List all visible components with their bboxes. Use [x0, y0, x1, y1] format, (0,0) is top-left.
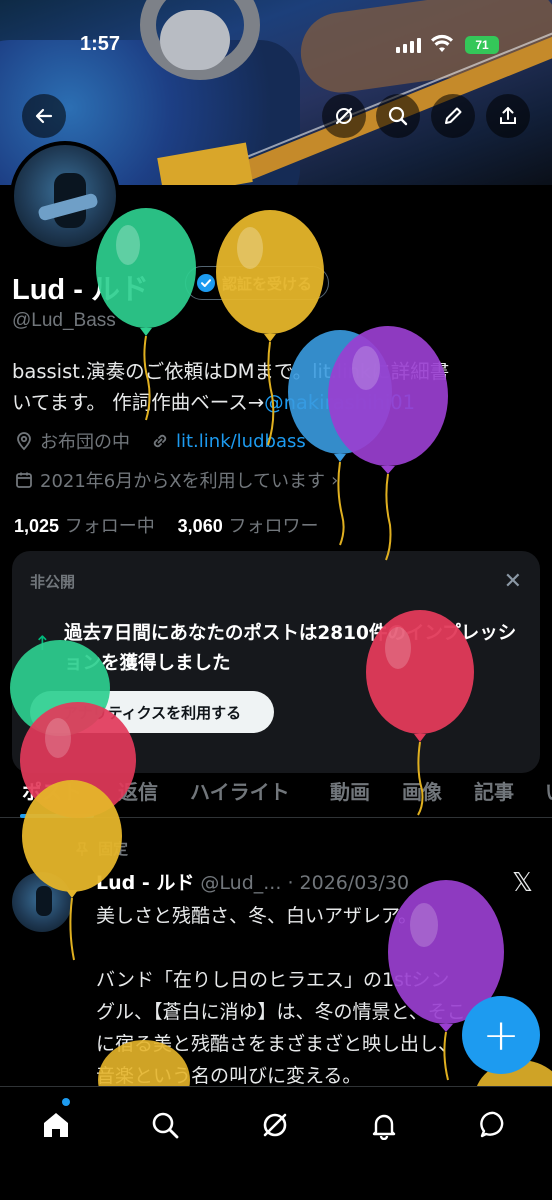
trend-up-icon: ↑: [34, 631, 51, 655]
verified-badge-icon: [197, 274, 215, 292]
bio-mention-link[interactable]: @nakirashihi01: [264, 391, 415, 414]
link-icon: [153, 434, 167, 448]
profile-joined-date: 2021年6月からXを利用しています: [40, 471, 326, 492]
nav-grok[interactable]: [255, 1105, 295, 1145]
profile-meta-row: お布団の中 lit.link/ludbass: [14, 428, 306, 454]
tab-articles[interactable]: 記事: [474, 776, 514, 805]
tab-posts[interactable]: ポスト: [22, 776, 82, 805]
chevron-right-icon: ›: [331, 469, 339, 491]
active-tab-indicator: [20, 814, 94, 818]
pinned-label: 固定: [98, 840, 129, 858]
bottom-navigation: [0, 1086, 552, 1200]
profile-bio: bassist.演奏のご依頼はDMまで。lit.linkに詳細書 いてます。 作…: [12, 356, 542, 418]
bell-icon: [372, 1114, 396, 1140]
x-logo-icon: 𝕏: [512, 868, 533, 898]
grok-button[interactable]: [322, 94, 366, 138]
tab-photos[interactable]: 画像: [402, 776, 442, 805]
following-count: 1,025: [14, 516, 60, 536]
post-header: Lud - ルド @Lud_... · 2026/03/30: [96, 868, 409, 895]
analytics-button[interactable]: アナリティクスを利用する: [30, 691, 274, 733]
pencil-icon: [445, 107, 462, 124]
share-icon: [500, 107, 516, 124]
calendar-icon: [16, 472, 32, 488]
post-avatar-figure: [36, 886, 52, 916]
post-spacer: [96, 932, 536, 964]
status-bar: 1:57 71: [0, 0, 552, 90]
profile-handle: @Lud_Bass: [12, 310, 116, 331]
wifi-icon: [431, 34, 453, 52]
followers-link[interactable]: 3,060 フォロワー: [178, 516, 319, 537]
tab-likes[interactable]: い: [545, 776, 552, 805]
grok-icon: [263, 1113, 287, 1137]
nav-home[interactable]: [36, 1105, 76, 1145]
get-verified-label: 認証を受ける: [222, 274, 313, 293]
home-icon: [44, 1113, 68, 1137]
back-arrow-icon: [35, 108, 53, 124]
post-body[interactable]: 美しさと残酷さ、冬、白いアザレア。 バンド「在りし日のヒラエス」の1stシン グ…: [96, 900, 536, 1092]
get-verified-button[interactable]: 認証を受ける: [185, 266, 330, 300]
post-author-name[interactable]: Lud - ルド: [96, 872, 194, 894]
follow-stats: 1,025 フォロー中 3,060 フォロワー: [14, 512, 318, 538]
search-icon: [152, 1112, 179, 1139]
search-button[interactable]: [376, 94, 420, 138]
following-label: フォロー中: [64, 516, 155, 537]
tab-highlights[interactable]: ハイライト: [190, 776, 290, 805]
card-message: 過去7日間にあなたのポストは2810件のインプレッションを獲得しました: [64, 623, 517, 674]
nav-messages[interactable]: [474, 1105, 514, 1145]
grok-icon: [335, 107, 353, 125]
compose-post-button[interactable]: +: [462, 996, 540, 1074]
nav-search[interactable]: [145, 1105, 185, 1145]
private-analytics-card: 非公開 ✕ ↑ 過去7日間にあなたのポストは2810件のインプレッションを獲得し…: [12, 551, 540, 773]
pinned-indicator: 固定: [74, 838, 128, 859]
nav-notifications[interactable]: [364, 1105, 404, 1145]
chat-bubble-icon: [480, 1111, 504, 1138]
tab-videos[interactable]: 動画: [330, 776, 370, 805]
bio-line-1: bassist.演奏のご依頼はDMまで。lit.linkに詳細書: [12, 360, 450, 383]
tab-replies[interactable]: 返信: [118, 776, 158, 805]
profile-joined-row: 2021年6月からXを利用しています ›: [14, 467, 338, 493]
profile-name: Lud - ルド: [12, 274, 149, 306]
close-icon[interactable]: ✕: [504, 569, 522, 594]
home-notification-dot: [62, 1098, 70, 1106]
profile-avatar[interactable]: [10, 141, 120, 251]
post-line-2: バンド「在りし日のヒラエス」の1stシン: [96, 969, 450, 991]
post-line-1: 美しさと残酷さ、冬、白いアザレア。: [96, 905, 418, 927]
edit-button[interactable]: [431, 94, 475, 138]
location-pin-icon: [17, 432, 31, 451]
profile-location: お布団の中: [40, 432, 130, 453]
status-time: 1:57: [80, 33, 121, 55]
cellular-signal-icon: [396, 38, 421, 53]
pin-icon: [76, 841, 88, 856]
search-icon: [388, 106, 408, 126]
back-button[interactable]: [22, 94, 66, 138]
post-date: 2026/03/30: [299, 872, 410, 894]
battery-indicator: 71: [465, 36, 499, 54]
post-separator: ·: [287, 872, 294, 894]
profile-tabs: ポスト 返信 ハイライト 動画 画像 記事 い: [0, 760, 552, 818]
post-author-handle: @Lud_...: [200, 872, 282, 894]
share-button[interactable]: [486, 94, 530, 138]
following-link[interactable]: 1,025 フォロー中: [14, 516, 155, 537]
followers-label: フォロワー: [228, 516, 319, 537]
card-title: 非公開: [30, 573, 76, 591]
bio-line-2: いてます。 作詞作曲ベース→: [12, 391, 265, 414]
followers-count: 3,060: [177, 516, 223, 536]
post-author-avatar[interactable]: [12, 872, 72, 932]
profile-website-link[interactable]: lit.link/ludbass: [176, 431, 306, 452]
